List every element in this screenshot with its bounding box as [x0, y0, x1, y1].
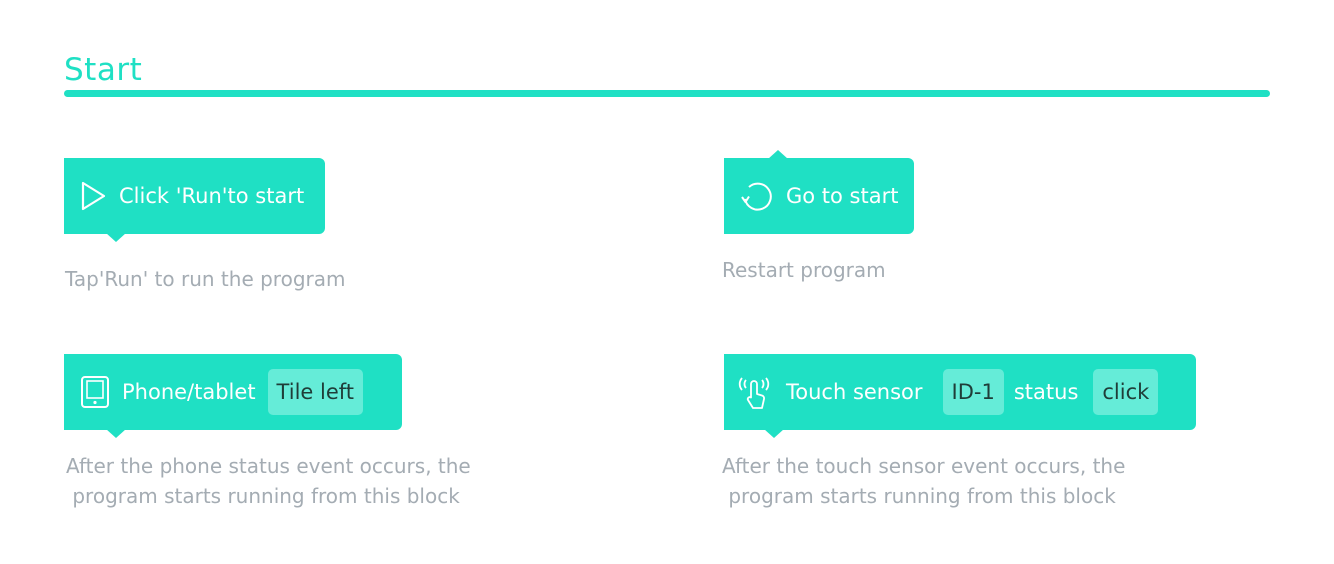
tilt-option-dropdown[interactable]: Tile left [267, 369, 364, 415]
status-label: status [1013, 380, 1079, 404]
sensor-id-dropdown[interactable]: ID-1 [942, 369, 1004, 415]
section-title: Start [64, 52, 143, 88]
block-connector-tab [764, 429, 784, 438]
go-to-start-description: Restart program [722, 258, 886, 282]
play-icon [80, 181, 107, 211]
run-start-block[interactable]: Click 'Run'to start [64, 158, 325, 242]
go-to-start-label: Go to start [786, 184, 899, 208]
touch-sensor-label: Touch sensor [786, 380, 923, 404]
touch-sensor-description: After the touch sensor event occurs, the… [722, 454, 1126, 508]
block-connector-notch [768, 150, 788, 159]
section-divider [64, 90, 1270, 97]
run-start-description: Tap'Run' to run the program [65, 267, 346, 291]
phone-tablet-block[interactable]: Phone/tablet Tile left [64, 354, 402, 438]
touch-icon [738, 372, 772, 412]
phone-tablet-description: After the phone status event occurs, the… [66, 454, 471, 508]
touch-sensor-block[interactable]: Touch sensor ID-1 status click [724, 354, 1196, 438]
phone-tablet-label: Phone/tablet [122, 380, 256, 404]
status-option-dropdown[interactable]: click [1093, 369, 1159, 415]
block-connector-tab [106, 233, 126, 242]
tablet-icon [80, 375, 110, 409]
restart-icon [740, 179, 774, 213]
run-start-label: Click 'Run'to start [119, 184, 305, 208]
block-connector-tab [106, 429, 126, 438]
go-to-start-block[interactable]: Go to start [724, 150, 914, 234]
